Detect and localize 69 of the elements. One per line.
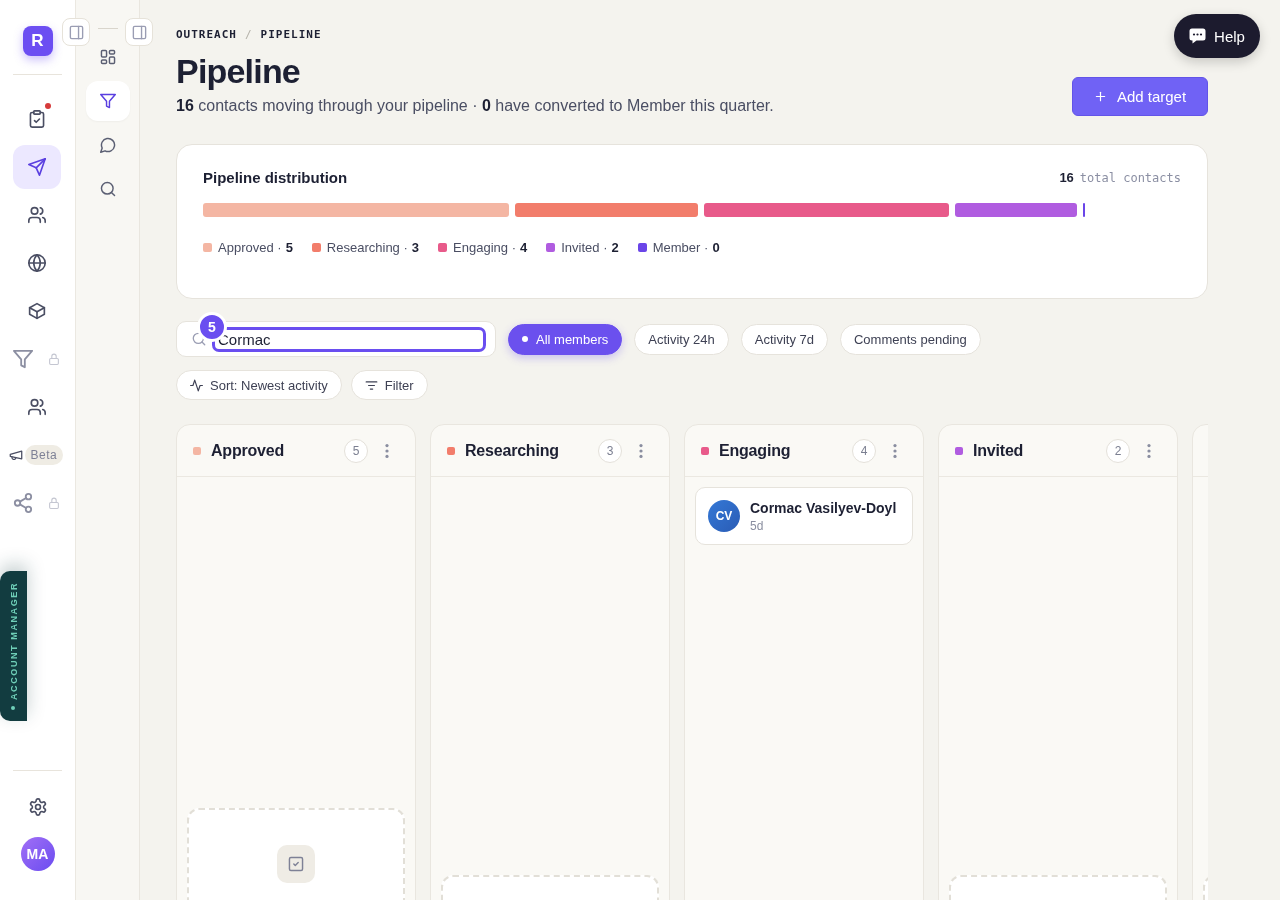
total-count: 16 <box>1059 169 1074 185</box>
sidebar-panel-icon <box>68 24 84 40</box>
panel-toggle-button[interactable] <box>62 18 90 46</box>
dashboard-icon <box>99 49 116 65</box>
filter-chip[interactable]: All members <box>508 323 623 355</box>
app-logo[interactable]: R <box>22 26 53 56</box>
nav-button[interactable] <box>12 145 61 189</box>
page-title: Pipeline <box>176 52 301 90</box>
share-icon <box>12 493 33 513</box>
contact-card[interactable]: CV Cormac Vasilyev-Doyl 5d <box>695 487 913 545</box>
total-label: total contacts <box>1079 170 1181 185</box>
help-button[interactable]: Help <box>1174 14 1260 58</box>
add-target-button[interactable]: Add target <box>1072 77 1208 116</box>
page-subtitle: 16 contacts moving through your pipeline · 0 have converted to Member this quarter. <box>176 96 774 116</box>
column-count: 2 <box>1106 438 1130 463</box>
search-icon <box>99 181 116 197</box>
sort-button[interactable]: Sort: Newest activity <box>176 370 342 400</box>
card-title: Pipeline distribution <box>203 168 348 186</box>
activity-icon <box>190 378 203 392</box>
contact-avatar: CV <box>708 500 740 532</box>
more-options-icon <box>1147 443 1151 458</box>
users-icon <box>27 398 46 416</box>
filter-icon <box>12 349 33 369</box>
column-count: 5 <box>344 438 368 463</box>
chat-bubble-icon <box>1189 28 1207 44</box>
filter-chip[interactable]: Activity 24h <box>634 323 729 355</box>
megaphone-icon <box>8 448 23 462</box>
settings-icon <box>28 798 47 816</box>
column-title: Invited <box>973 441 1025 460</box>
clipboard-check-icon <box>27 110 46 128</box>
contact-age: 5d <box>750 518 765 533</box>
column-title: Engaging <box>719 441 792 460</box>
breadcrumb-link[interactable]: PIPELINE <box>260 28 322 42</box>
subnav-button[interactable] <box>85 81 130 121</box>
dot-icon <box>11 706 16 710</box>
more-options-icon <box>893 443 897 458</box>
column-title: Approved <box>211 441 286 460</box>
contact-name: Cormac Vasilyev-Doyl <box>750 499 897 516</box>
box-icon <box>27 302 46 320</box>
legend-label: Engaging · 4 <box>453 239 528 255</box>
account-manager-tab[interactable]: ACCOUNT MANAGER <box>0 571 27 721</box>
column-count: 4 <box>852 438 876 463</box>
distribution-bar-segment <box>1082 203 1085 217</box>
beta-badge: Beta <box>24 445 64 465</box>
globe-icon <box>27 254 46 272</box>
users-icon <box>27 206 46 224</box>
more-options-icon <box>639 443 643 458</box>
column-count: 3 <box>598 438 622 463</box>
chat-icon <box>99 137 116 153</box>
send-icon <box>27 158 46 176</box>
legend-label: Invited · 2 <box>561 239 619 255</box>
legend-label: Member · 0 <box>652 239 720 255</box>
filter-icon <box>99 93 116 109</box>
breadcrumb-separator: / <box>245 28 253 42</box>
column-title: Researching <box>465 441 560 460</box>
filter-button[interactable]: Filter <box>350 370 428 400</box>
filter-chip[interactable]: Activity 7d <box>740 323 828 355</box>
more-options-icon <box>385 443 389 458</box>
settings-button[interactable] <box>28 798 47 816</box>
dot-icon <box>522 336 528 342</box>
plus-icon <box>1093 90 1107 103</box>
user-avatar[interactable]: MA <box>20 837 55 871</box>
panel-toggle-button[interactable] <box>125 18 153 46</box>
filter-lines-icon <box>364 378 378 392</box>
filter-chip[interactable]: Comments pending <box>840 323 981 355</box>
legend-label: Researching · 3 <box>326 239 420 255</box>
sidebar-panel-icon <box>131 24 147 40</box>
breadcrumb-link[interactable]: OUTREACH <box>176 28 237 42</box>
legend-label: Approved · 5 <box>218 239 293 255</box>
